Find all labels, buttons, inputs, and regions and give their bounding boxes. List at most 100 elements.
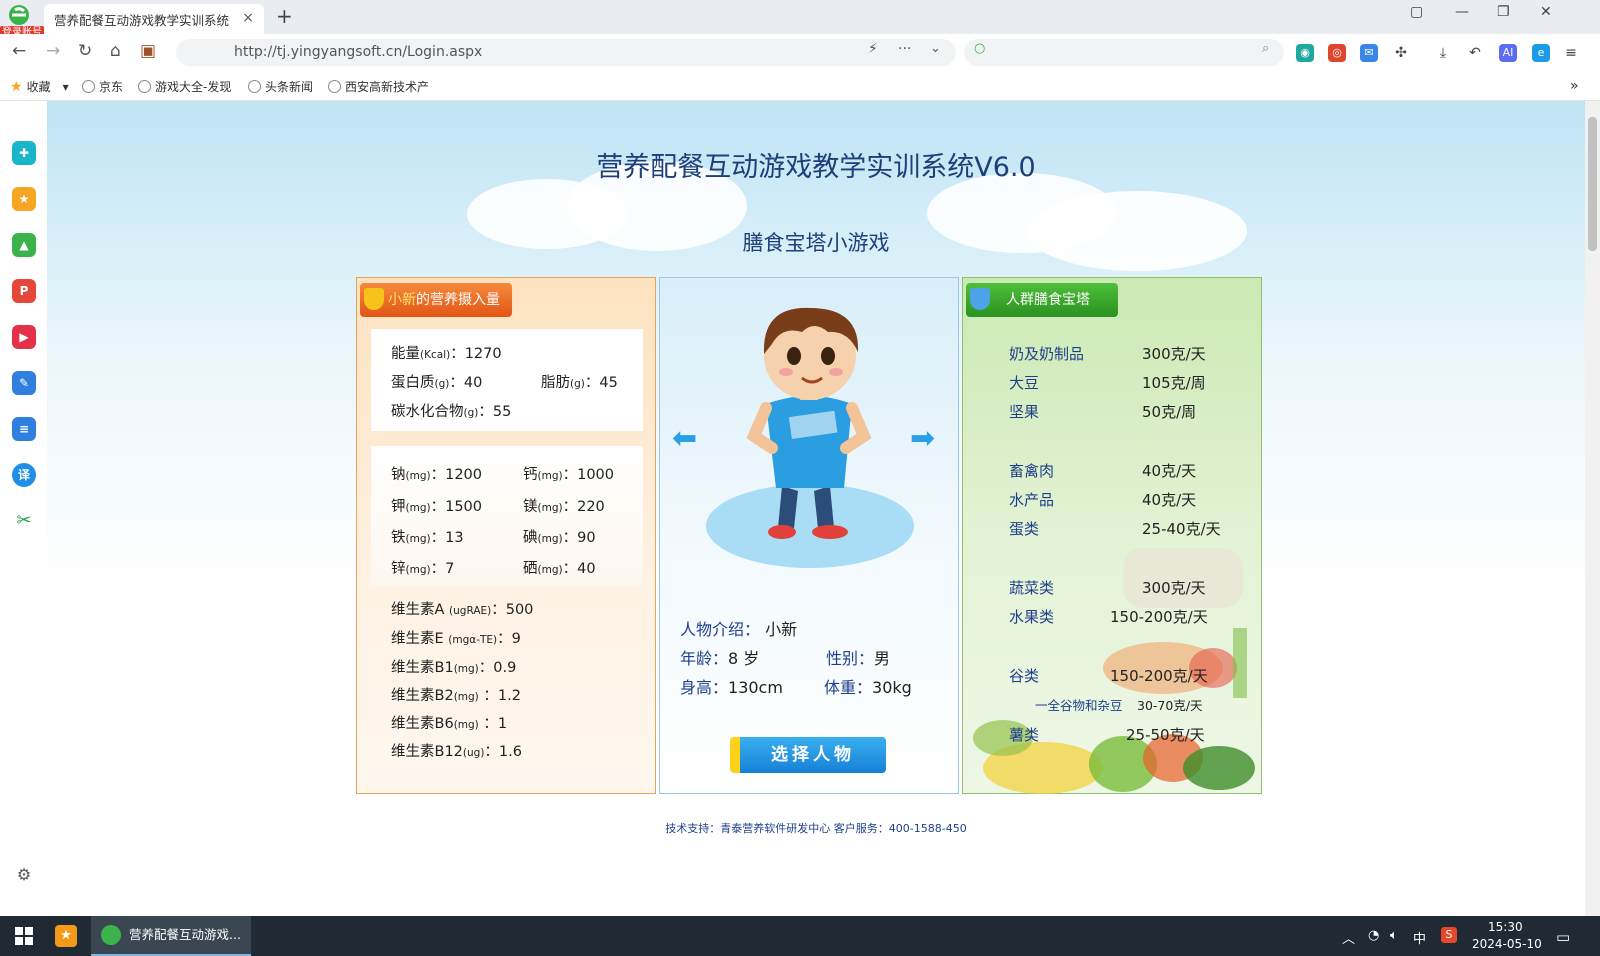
sidebar-doc-ai-icon[interactable]: ≡	[12, 417, 36, 441]
vitamin-value: ：1.2	[483, 688, 521, 704]
more-icon[interactable]: ···	[898, 41, 911, 57]
taskbar-browser-app[interactable]: 营养配餐互动游戏...	[91, 916, 251, 956]
chevron-down-icon[interactable]: ⌄	[930, 41, 941, 56]
pyramid-label: 坚果	[1009, 403, 1040, 421]
bookmark-item[interactable]: 游戏大全-发现	[138, 78, 231, 95]
more-bookmarks-icon[interactable]: »	[1570, 78, 1579, 94]
sogou-input-icon[interactable]: S	[1441, 927, 1457, 943]
pyramid-value: 25-40克/天	[1142, 520, 1221, 538]
mineral-item: 铁(mg)：13	[391, 526, 464, 547]
sidebar-pdf-icon[interactable]: P	[12, 279, 36, 303]
network-icon[interactable]: ◔	[1368, 928, 1379, 943]
download-icon[interactable]: ⤓	[1434, 44, 1452, 62]
new-tab-button[interactable]: +	[276, 4, 293, 28]
mineral-item: 钾(mg)：1500	[391, 495, 482, 516]
tab-close-icon[interactable]: ×	[242, 10, 254, 26]
search-input[interactable]	[964, 39, 1284, 66]
carb-row: 碳水化合物(g)：55	[391, 400, 511, 421]
bookmark-item[interactable]: 西安高新技术产	[328, 78, 429, 95]
sidebar-favorite-icon[interactable]: ★	[12, 187, 36, 211]
search-engine-icon[interactable]: ○	[974, 41, 985, 56]
intro-row: 人物介绍： 小新	[680, 616, 797, 640]
lightning-icon[interactable]: ⚡	[868, 41, 878, 57]
pyramid-label: 蛋类	[1009, 520, 1040, 538]
vitamin-box: 维生素A (ugRAE)：500 维生素E (mgα-TE)：9 维生素B1(m…	[371, 588, 643, 778]
pyramid-value: 105克/周	[1142, 374, 1206, 392]
globe-icon	[82, 80, 95, 93]
vitamin-unit: (ug)	[462, 747, 485, 759]
select-character-button[interactable]: 选择人物	[730, 737, 886, 773]
energy-label: 能量	[391, 346, 420, 362]
fat-label: 脂肪	[541, 375, 570, 391]
mineral-unit: (mg)	[405, 533, 431, 545]
reload-icon[interactable]: ↻	[78, 41, 92, 61]
ie-icon[interactable]: e	[1532, 44, 1550, 62]
extension-icon[interactable]: ◉	[1296, 44, 1314, 62]
sidebar-settings-icon[interactable]: ⚙	[12, 863, 36, 887]
minimize-icon[interactable]: —	[1455, 4, 1469, 20]
ime-indicator[interactable]: 中	[1413, 928, 1426, 947]
close-window-icon[interactable]: ✕	[1540, 4, 1552, 20]
vertical-scrollbar[interactable]	[1585, 101, 1600, 916]
mail-icon[interactable]: ✉	[1360, 44, 1378, 62]
bookmark-item[interactable]: 京东	[82, 78, 123, 95]
bookmark-label: 游戏大全-发现	[155, 80, 232, 94]
mineral-label: 碘	[523, 530, 538, 546]
search-icon[interactable]: ⌕	[1262, 41, 1269, 56]
previous-arrow-icon[interactable]: ⬅	[672, 421, 697, 456]
mineral-item: 碘(mg)：90	[523, 526, 596, 547]
volume-icon[interactable]: 🔈︎	[1390, 928, 1398, 943]
bookmark-favorites-label: 收藏	[26, 80, 51, 94]
sidebar-app-icon[interactable]: ✚	[12, 141, 36, 165]
vitamin-label: 维生素B2	[391, 688, 454, 704]
age-label: 年龄：	[680, 649, 729, 668]
mineral-label: 锌	[391, 561, 406, 577]
mineral-box: 钠(mg)：1200 钙(mg)：1000 钾(mg)：1500 镁(mg)：2…	[371, 446, 643, 586]
mineral-label: 钠	[391, 467, 406, 483]
ai-icon[interactable]: AI	[1499, 44, 1517, 62]
vitamin-value: ：1.6	[484, 744, 522, 760]
clock-time[interactable]: 15:30	[1488, 920, 1523, 934]
sidebar-image-ai-icon[interactable]: ▲	[12, 233, 36, 257]
taskbar-app-label: 营养配餐互动游戏...	[129, 927, 241, 942]
carb-unit: (g)	[463, 407, 479, 419]
vitamin-item: 维生素A (ugRAE)：500	[391, 598, 533, 619]
tray-chevron-up-icon[interactable]: ︿	[1342, 928, 1355, 947]
pyramid-label: 奶及奶制品	[1009, 345, 1085, 363]
home-icon[interactable]: ⌂	[110, 41, 121, 61]
chevron-down-icon: ▾	[62, 79, 69, 94]
bookmark-favorites[interactable]: ★ 收藏 ▾	[10, 78, 69, 95]
url-text[interactable]: http://tj.yingyangsoft.cn/Login.aspx	[234, 44, 482, 60]
pyramid-value: 300克/天	[1142, 345, 1206, 363]
globe-icon	[248, 80, 261, 93]
forward-icon[interactable]: →	[46, 41, 60, 61]
puzzle-icon[interactable]: ✣	[1392, 44, 1410, 62]
globe-icon	[138, 80, 151, 93]
pin-icon[interactable]: ▢	[1410, 4, 1423, 20]
taskbar-star-app-icon[interactable]: ★	[55, 925, 77, 947]
browser-logo-icon[interactable]	[6, 4, 32, 28]
scrollbar-thumb[interactable]	[1588, 117, 1597, 251]
clock-date[interactable]: 2024-05-10	[1472, 937, 1542, 951]
weibo-icon[interactable]: ◎	[1328, 44, 1346, 62]
tab-bar: 登录账号 营养配餐互动游戏教学实训系统 × + ▢ — ❐ ✕	[0, 0, 1600, 39]
menu-icon[interactable]: ≡	[1562, 44, 1580, 62]
windows-start-icon[interactable]	[14, 926, 34, 946]
sidebar-translate-icon[interactable]: 译	[12, 463, 36, 487]
mineral-label: 镁	[523, 499, 538, 515]
intake-panel-header: 小新的营养摄入量	[360, 283, 512, 317]
sidebar-video-ai-icon[interactable]: ▶	[12, 325, 36, 349]
notification-icon[interactable]: ▭	[1556, 928, 1570, 946]
sidebar-edit-ai-icon[interactable]: ✎	[12, 371, 36, 395]
energy-row: 能量(Kcal)：1270	[391, 342, 502, 363]
sidebar-scissors-icon[interactable]: ✂	[12, 509, 36, 533]
briefcase-icon[interactable]: ▣	[140, 41, 156, 61]
undo-icon[interactable]: ↶	[1466, 44, 1484, 62]
weight-row: 体重：30kg	[824, 674, 912, 698]
bookmark-item[interactable]: 头条新闻	[248, 78, 313, 95]
tab-active[interactable]: 营养配餐互动游戏教学实训系统 ×	[44, 4, 264, 34]
vitamin-label: 维生素E	[391, 631, 444, 647]
fat-row: 脂肪(g)：45	[541, 371, 618, 392]
back-icon[interactable]: ←	[12, 41, 26, 61]
restore-icon[interactable]: ❐	[1497, 4, 1510, 20]
